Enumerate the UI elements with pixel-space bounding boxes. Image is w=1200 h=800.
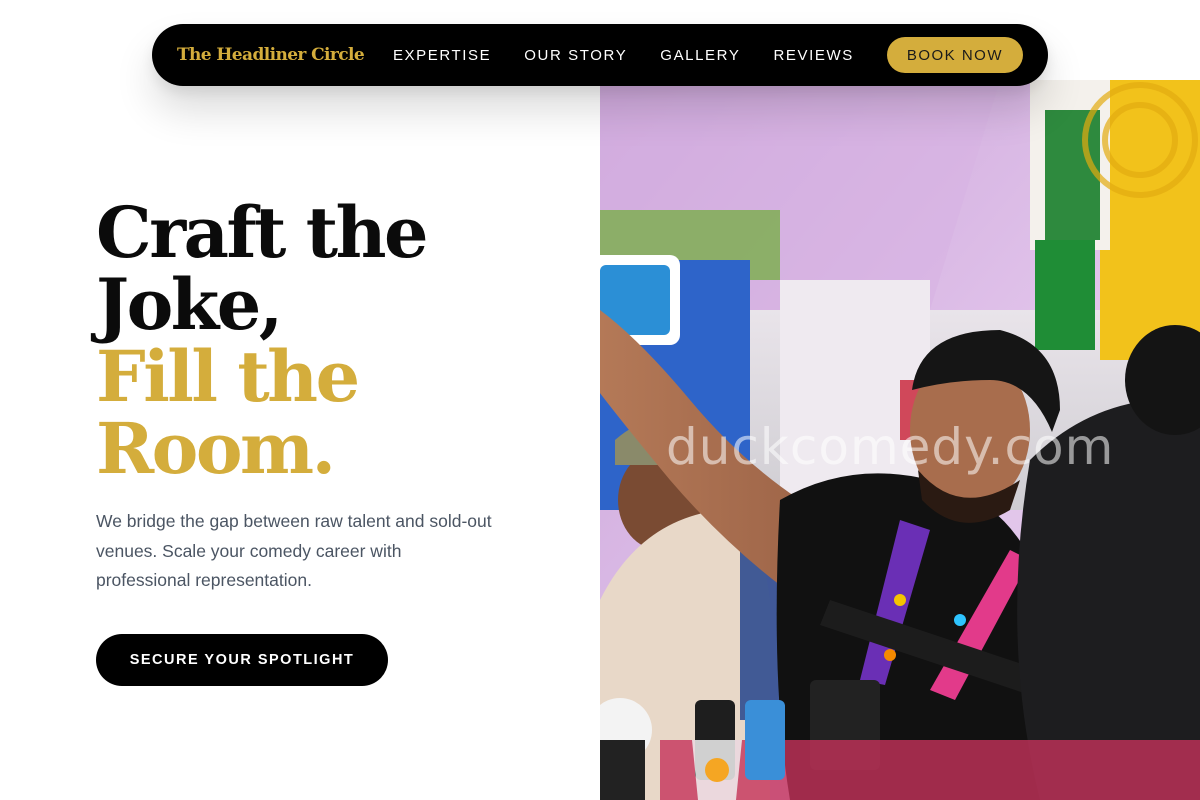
hero-photo: duckcomedy.com — [600, 80, 1200, 800]
landing-page: The Headliner Circle EXPERTISE OUR STORY… — [0, 0, 1200, 800]
nav-link-our-story[interactable]: OUR STORY — [524, 47, 627, 64]
secure-spotlight-button[interactable]: SECURE YOUR SPOTLIGHT — [96, 634, 388, 686]
hero-subtitle: We bridge the gap between raw talent and… — [96, 511, 492, 590]
photo-watermark: duckcomedy.com — [666, 418, 1115, 476]
hero-title: Craft the Joke, Fill the Room. — [96, 197, 576, 485]
hero-title-line-1: Craft the — [96, 191, 429, 274]
hero-title-line-4: Room. — [96, 407, 336, 490]
nav-links: EXPERTISE OUR STORY GALLERY REVIEWS BOOK… — [393, 37, 1023, 73]
nav-link-expertise[interactable]: EXPERTISE — [393, 47, 491, 64]
hero-title-line-3: Fill the — [96, 335, 360, 418]
nav-link-reviews[interactable]: REVIEWS — [773, 47, 853, 64]
top-nav: The Headliner Circle EXPERTISE OUR STORY… — [152, 24, 1048, 86]
nav-link-gallery[interactable]: GALLERY — [660, 47, 740, 64]
book-now-button[interactable]: BOOK NOW — [886, 37, 1023, 73]
brand-logo[interactable]: The Headliner Circle — [177, 45, 365, 65]
hero-title-line-2: Joke, — [96, 263, 283, 346]
